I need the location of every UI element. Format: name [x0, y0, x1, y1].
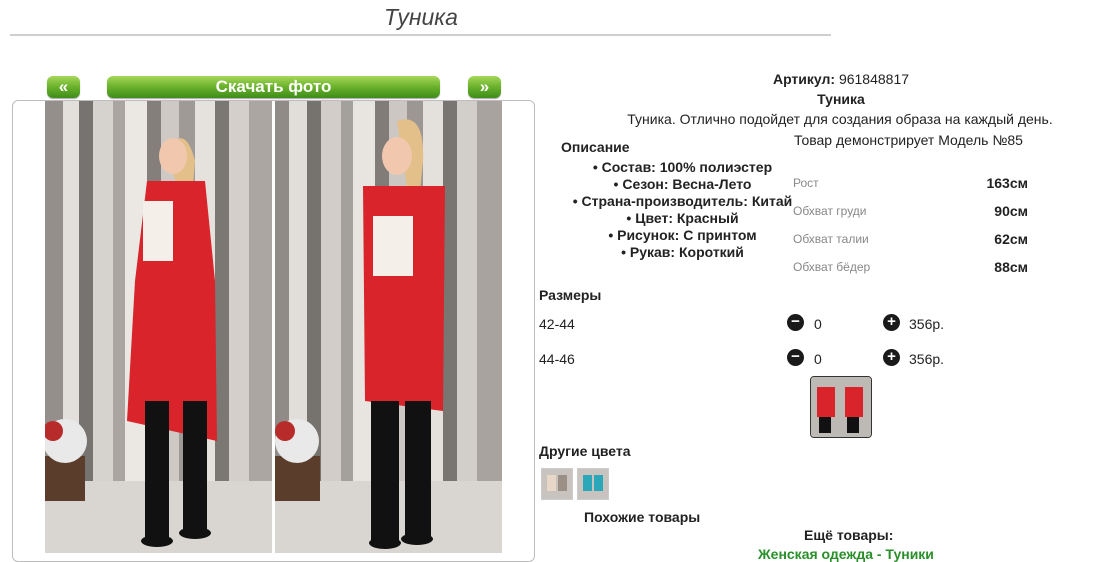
color-variant-thumbnail[interactable] — [577, 468, 609, 500]
quantity-value: 0 — [814, 316, 822, 332]
color-variant-thumbnail[interactable] — [541, 468, 573, 500]
description-list: Состав: 100% полиэстер Сезон: Весна-Лето… — [565, 159, 800, 261]
article-value: 961848817 — [838, 71, 910, 87]
next-photo-button[interactable]: » — [468, 76, 501, 98]
quantity-value: 0 — [814, 351, 822, 367]
measurement-label: Обхват груди — [793, 204, 867, 218]
size-label: 42-44 — [539, 316, 575, 332]
product-name: Туника — [817, 91, 865, 107]
description-item: Рисунок: С принтом — [565, 227, 800, 244]
size-price: 356р. — [909, 351, 945, 367]
page-title: Туника — [384, 4, 458, 30]
similar-products-heading: Похожие товары — [584, 509, 701, 525]
download-photo-button[interactable]: Скачать фото — [107, 76, 440, 98]
measurement-label: Обхват бёдер — [793, 260, 871, 274]
size-price: 356р. — [909, 316, 945, 332]
measurement-value: 62см — [994, 231, 1028, 247]
product-tagline: Туника. Отлично подойдет для создания об… — [627, 111, 1053, 127]
measurement-value: 90см — [994, 203, 1028, 219]
category-link[interactable]: Женская одежда - Туники — [758, 546, 934, 562]
description-item: Цвет: Красный — [565, 210, 800, 227]
sizes-heading: Размеры — [539, 287, 602, 303]
measurement-value: 88см — [994, 259, 1028, 275]
description-heading: Описание — [561, 139, 630, 155]
article-label: Артикул: — [772, 71, 836, 87]
selected-thumbnail[interactable] — [810, 376, 872, 438]
more-products-heading: Ещё товары: — [804, 527, 894, 543]
plus-circle-icon[interactable]: + — [883, 349, 900, 366]
description-item: Сезон: Весна-Лето — [565, 176, 800, 193]
description-item: Страна-производитель: Китай — [565, 193, 800, 210]
size-label: 44-46 — [539, 351, 575, 367]
measurement-label: Рост — [793, 176, 819, 190]
title-divider — [10, 34, 831, 36]
size-row: 42-44 − 0 + 356р. — [539, 313, 959, 335]
product-photo[interactable] — [45, 101, 502, 553]
measurement-label: Обхват талии — [793, 232, 869, 246]
model-note: Товар демонстрирует Модель №85 — [794, 132, 1023, 148]
description-item: Состав: 100% полиэстер — [565, 159, 800, 176]
other-colors-heading: Другие цвета — [539, 443, 631, 459]
minus-circle-icon[interactable]: − — [787, 314, 804, 331]
measurement-value: 163см — [986, 175, 1028, 191]
article-line: Артикул: 961848817 — [700, 71, 982, 87]
prev-photo-button[interactable]: « — [47, 76, 80, 98]
plus-circle-icon[interactable]: + — [883, 314, 900, 331]
size-row: 44-46 − 0 + 356р. — [539, 348, 959, 370]
description-item: Рукав: Короткий — [565, 244, 800, 261]
minus-circle-icon[interactable]: − — [787, 349, 804, 366]
